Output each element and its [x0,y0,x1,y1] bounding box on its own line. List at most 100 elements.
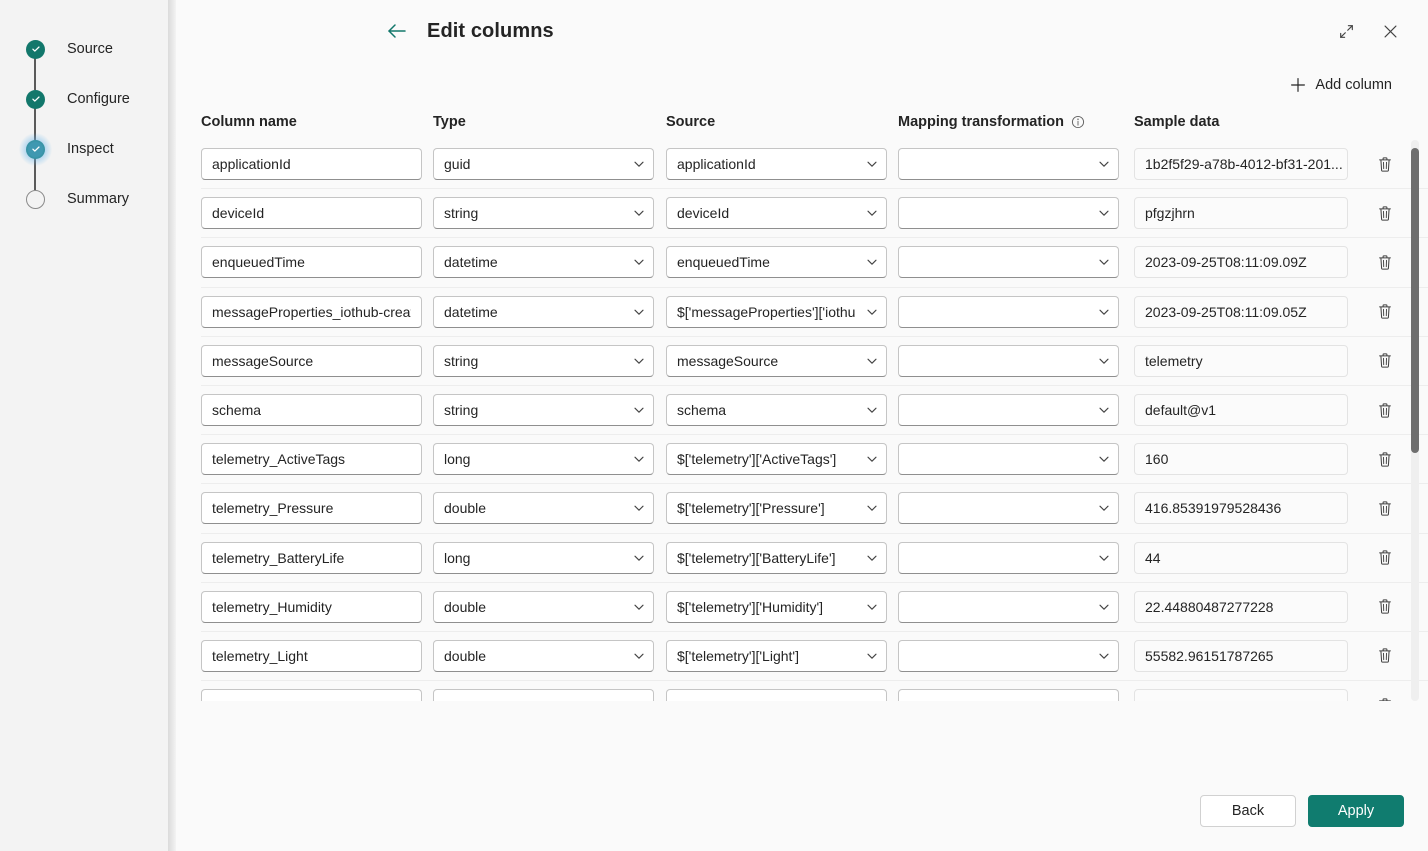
column-name-input[interactable]: applicationId [201,148,422,181]
column-name-input[interactable]: enqueuedTime [201,246,422,279]
source-dropdown[interactable]: applicationId [666,148,887,181]
mapping-transformation-dropdown[interactable] [898,394,1119,427]
sidebar-step-summary[interactable]: Summary [0,174,176,224]
delete-row-button[interactable] [1370,149,1400,179]
back-arrow-button[interactable] [383,17,411,45]
sample-data-field: 2023-09-25T08:11:09.05Z [1134,295,1348,328]
type-dropdown[interactable]: datetime [433,246,654,279]
chevron-down-icon [1099,210,1109,217]
apply-button[interactable]: Apply [1308,795,1404,827]
mapping-transformation-dropdown[interactable] [898,443,1119,476]
source-dropdown[interactable]: $['telemetry']['Pressure'] [666,492,887,525]
cell-sample-data: 55582.96151787265 [1134,639,1360,672]
mapping-transformation-dropdown[interactable] [898,295,1119,328]
delete-row-button[interactable] [1370,444,1400,474]
type-dropdown[interactable]: guid [433,148,654,181]
delete-row-button[interactable] [1370,592,1400,622]
type-dropdown[interactable]: string [433,197,654,230]
dialog-footer: Back Apply [176,771,1428,851]
source-dropdown[interactable]: $['telemetry']['Humidity'] [666,590,887,623]
close-button[interactable] [1376,17,1404,45]
type-dropdown[interactable]: double [433,590,654,623]
type-value: datetime [444,303,498,320]
mapping-transformation-dropdown[interactable] [898,639,1119,672]
type-dropdown[interactable]: double [433,639,654,672]
expand-button[interactable] [1332,17,1360,45]
header-source: Source [666,114,716,130]
source-dropdown[interactable]: enqueuedTime [666,246,887,279]
mapping-transformation-dropdown[interactable] [898,689,1119,701]
cell-sample-data: default@v1 [1134,394,1360,427]
sidebar-step-configure[interactable]: Configure [0,74,176,140]
back-button[interactable]: Back [1200,795,1296,827]
step-marker-check-icon [19,132,52,166]
column-name-value: telemetry_Humidity [212,598,332,615]
source-dropdown[interactable]: $['telemetry']['ActiveTags'] [666,443,887,476]
trash-icon [1379,402,1391,418]
type-dropdown[interactable]: long [433,443,654,476]
source-dropdown[interactable]: deviceId [666,197,887,230]
delete-row-button[interactable] [1370,690,1400,701]
sidebar-step-inspect[interactable]: Inspect [0,124,176,190]
type-value: double [444,500,487,517]
cell-source: schema [666,394,898,427]
column-name-input[interactable]: schema [201,394,422,427]
type-dropdown[interactable]: double [433,492,654,525]
column-name-input[interactable] [201,689,422,701]
chevron-down-icon [634,653,644,659]
mapping-transformation-dropdown[interactable] [898,492,1119,525]
column-name-input[interactable]: telemetry_Light [201,639,422,672]
column-name-input[interactable]: telemetry_Pressure [201,492,422,525]
source-value: $['telemetry']['Light'] [677,647,799,664]
table-row: messageProperties_iothub-creat datetime $[… [201,288,1428,337]
column-name-input[interactable]: telemetry_ActiveTags [201,443,422,476]
delete-row-button[interactable] [1370,543,1400,573]
source-dropdown[interactable] [666,689,887,701]
cell-column-name: telemetry_Light [201,639,433,672]
type-dropdown[interactable]: string [433,344,654,377]
column-name-input[interactable]: deviceId [201,197,422,230]
mapping-transformation-dropdown[interactable] [898,590,1119,623]
source-dropdown[interactable]: $['messageProperties']['iothu [666,295,887,328]
delete-row-button[interactable] [1370,395,1400,425]
cell-delete [1360,444,1406,474]
source-dropdown[interactable]: $['telemetry']['Light'] [666,639,887,672]
cell-column-name: messageSource [201,344,433,377]
column-name-value: applicationId [212,156,291,173]
sidebar-step-label: Inspect [67,141,114,157]
mapping-transformation-dropdown[interactable] [898,197,1119,230]
cell-sample-data: telemetry [1134,344,1360,377]
mapping-transformation-dropdown[interactable] [898,344,1119,377]
source-dropdown[interactable]: schema [666,394,887,427]
mapping-transformation-dropdown[interactable] [898,246,1119,279]
type-dropdown[interactable]: string [433,394,654,427]
chevron-down-icon [867,407,877,413]
type-value: double [444,647,487,664]
mapping-transformation-dropdown[interactable] [898,148,1119,181]
column-name-input[interactable]: messageSource [201,344,422,377]
source-dropdown[interactable]: $['telemetry']['BatteryLife'] [666,541,887,574]
trash-icon [1379,648,1391,664]
grid-scrollbar-track[interactable] [1411,140,1419,701]
delete-row-button[interactable] [1370,641,1400,671]
delete-row-button[interactable] [1370,247,1400,277]
type-dropdown[interactable]: datetime [433,295,654,328]
sidebar-step-source[interactable]: Source [0,24,176,90]
add-column-button[interactable]: Add column [1284,72,1398,98]
delete-row-button[interactable] [1370,297,1400,327]
delete-row-button[interactable] [1370,493,1400,523]
source-dropdown[interactable]: messageSource [666,344,887,377]
info-icon[interactable] [1071,115,1085,129]
column-name-input[interactable]: telemetry_BatteryLife [201,541,422,574]
column-name-input[interactable]: messageProperties_iothub-creat [201,295,422,328]
delete-row-button[interactable] [1370,346,1400,376]
chevron-down-icon [634,358,644,364]
grid-scrollbar-thumb[interactable] [1411,148,1419,453]
type-dropdown[interactable]: long [433,541,654,574]
sample-data-value: 1b2f5f29-a78b-4012-bf31-201... [1145,156,1343,173]
type-dropdown[interactable] [433,689,654,701]
delete-row-button[interactable] [1370,198,1400,228]
mapping-transformation-dropdown[interactable] [898,541,1119,574]
cell-source: $['telemetry']['ActiveTags'] [666,443,898,476]
column-name-input[interactable]: telemetry_Humidity [201,590,422,623]
